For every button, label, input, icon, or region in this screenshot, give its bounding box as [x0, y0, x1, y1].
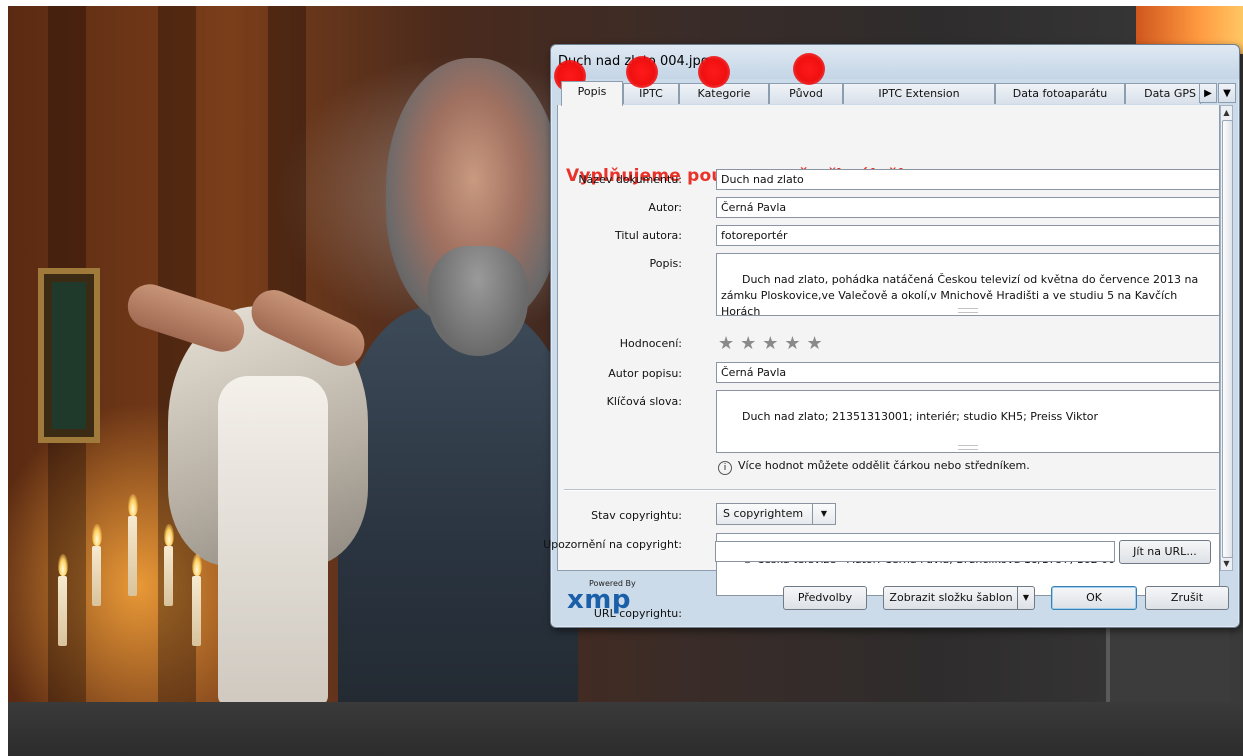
actor-beard: [428, 246, 528, 356]
tab-marker-kategorie: [698, 56, 730, 88]
chevron-down-icon[interactable]: ▼: [1218, 83, 1236, 103]
author-label: Autor:: [648, 201, 682, 214]
xmp-wordmark: xmp: [567, 585, 631, 615]
description-writer-field[interactable]: Černá Pavla: [716, 362, 1220, 383]
description-field[interactable]: Duch nad zlato, pohádka natáčená Českou …: [716, 253, 1220, 316]
candle-flame: [164, 524, 174, 546]
keywords-field[interactable]: Duch nad zlato; 21351313001; interiér; s…: [716, 390, 1220, 453]
triangle-right-icon[interactable]: ▶: [1199, 83, 1217, 103]
actor-coat: [338, 306, 578, 702]
description-panel: Vyplňujeme pouze tyto čtyři záložky. Náz…: [543, 105, 1220, 620]
copyright-url-field[interactable]: [715, 541, 1115, 562]
tab-data-gps[interactable]: Data GPS: [1125, 83, 1201, 104]
chevron-down-icon[interactable]: ▼: [1017, 587, 1034, 609]
rating-label: Hodnocení:: [619, 337, 682, 350]
tab-iptc[interactable]: IPTC: [623, 83, 679, 104]
info-icon: i: [718, 461, 732, 475]
xmp-logo: Powered By xmp: [567, 579, 636, 615]
document-title-label: Název dokumentu:: [578, 173, 682, 186]
candle: [192, 576, 201, 646]
description-label: Popis:: [649, 257, 682, 270]
section-divider: [564, 489, 1216, 491]
resize-grip[interactable]: [958, 308, 978, 313]
white-cloth: [218, 376, 328, 702]
preferences-button[interactable]: Předvolby: [783, 586, 867, 610]
wall-painting: [38, 268, 100, 443]
tab-popis[interactable]: Popis: [561, 81, 623, 106]
candle-flame: [92, 524, 102, 546]
document-title-field[interactable]: Duch nad zlato: [716, 169, 1220, 190]
template-folder-button[interactable]: Zobrazit složku šablon ▼: [883, 586, 1035, 610]
tab-data-fotoaparatu[interactable]: Data fotoaparátu: [995, 83, 1125, 104]
candle: [128, 516, 137, 596]
author-title-field[interactable]: fotoreportér: [716, 225, 1220, 246]
scroll-down-icon[interactable]: ▼: [1221, 557, 1232, 570]
tab-bar: Popis IPTC Kategorie Původ IPTC Extensio…: [557, 81, 1236, 106]
resize-grip[interactable]: [958, 445, 978, 450]
cancel-button[interactable]: Zrušit: [1145, 586, 1229, 610]
keywords-label: Klíčová slova:: [606, 395, 682, 408]
keywords-note-text: Více hodnot můžete oddělit čárkou nebo s…: [738, 459, 1030, 472]
author-title-label: Titul autora:: [615, 229, 682, 242]
template-folder-label: Zobrazit složku šablon: [889, 591, 1013, 604]
author-field[interactable]: Černá Pavla: [716, 197, 1220, 218]
background-door: [1106, 616, 1230, 702]
rating-stars[interactable]: ★★★★★: [718, 333, 829, 354]
candle-flame: [128, 494, 138, 516]
tab-puvod[interactable]: Původ: [769, 83, 843, 104]
scroll-up-icon[interactable]: ▲: [1221, 106, 1232, 119]
bottom-strip: [8, 702, 1243, 756]
vertical-scrollbar[interactable]: ▲ ▼: [1220, 105, 1233, 571]
scroll-thumb[interactable]: [1222, 120, 1233, 558]
keywords-note: i Více hodnot můžete oddělit čárkou nebo …: [718, 459, 1030, 475]
copyright-notice-label: Upozornění na copyright:: [543, 538, 682, 551]
description-writer-label: Autor popisu:: [608, 367, 682, 380]
candle: [92, 546, 101, 606]
tab-kategorie[interactable]: Kategorie: [679, 83, 769, 104]
copyright-status-label: Stav copyrightu:: [591, 509, 682, 522]
file-info-dialog: Duch nad zlato 004.jpg Popis IPTC Katego…: [543, 44, 1240, 628]
tab-marker-puvod: [793, 53, 825, 85]
tab-iptc-extension[interactable]: IPTC Extension: [843, 83, 995, 104]
copyright-status-select[interactable]: S copyrightem ▼: [716, 503, 836, 525]
candle-flame: [58, 554, 68, 576]
keywords-text: Duch nad zlato; 21351313001; interiér; s…: [741, 410, 1099, 423]
candle-flame: [192, 554, 202, 576]
copyright-status-value: S copyrightem: [723, 507, 804, 520]
candle: [58, 576, 67, 646]
go-to-url-button[interactable]: Jít na URL...: [1119, 540, 1211, 564]
chevron-down-icon[interactable]: ▼: [812, 504, 835, 524]
tab-marker-iptc: [626, 56, 658, 88]
candle: [164, 546, 173, 606]
ok-button[interactable]: OK: [1051, 586, 1137, 610]
